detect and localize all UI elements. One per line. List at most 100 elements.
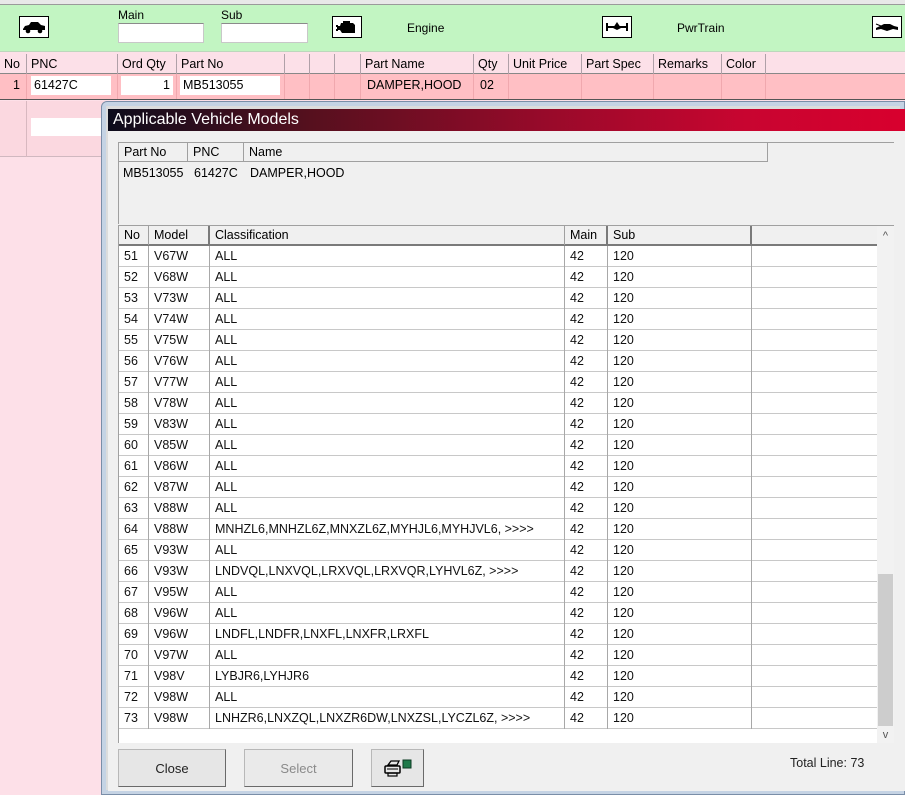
main-input[interactable] [118,23,204,43]
cell-no: 54 [119,309,149,330]
cell-classification: LYBJR6,LYHJR6 [210,666,565,687]
pnc-input[interactable]: 61427C [31,76,111,95]
powertrain-axle-icon [606,22,628,31]
print-button[interactable] [371,749,424,787]
model-row[interactable]: 72 V98W ALL 42 120 [119,687,877,708]
col-ord-qty[interactable]: Ord Qty [118,54,177,74]
select-button[interactable]: Select [244,749,353,787]
cell-model: V74W [149,309,210,330]
cell-classification: ALL [210,267,565,288]
col-remarks[interactable]: Remarks [654,54,722,74]
sub-label: Sub [221,8,243,22]
cell-sub: 120 [608,477,752,498]
cell-blank [752,309,877,330]
model-row[interactable]: 60 V85W ALL 42 120 [119,435,877,456]
model-row[interactable]: 52 V68W ALL 42 120 [119,267,877,288]
col-no[interactable]: No [0,54,27,74]
model-row[interactable]: 71 V98V LYBJR6,LYHJR6 42 120 [119,666,877,687]
model-row[interactable]: 51 V67W ALL 42 120 [119,246,877,267]
col-blank-2[interactable] [310,54,335,74]
engine-label[interactable]: Engine [407,21,444,35]
cell-main: 42 [565,666,608,687]
model-row[interactable]: 54 V74W ALL 42 120 [119,309,877,330]
empty-pnc-input[interactable] [31,118,101,136]
model-row[interactable]: 58 V78W ALL 42 120 [119,393,877,414]
row-no: 1 [0,74,27,99]
cell-main: 42 [565,372,608,393]
header-main[interactable]: Main [565,226,608,245]
sub-input[interactable] [221,23,308,43]
col-part-spec[interactable]: Part Spec [582,54,654,74]
col-blank-1[interactable] [285,54,310,74]
cell-classification: ALL [210,351,565,372]
cell-model: V78W [149,393,210,414]
model-row[interactable]: 62 V87W ALL 42 120 [119,477,877,498]
row-color [722,74,766,99]
cell-blank [752,582,877,603]
parts-grid-header: No PNC Ord Qty Part No Part Name Qty Uni… [0,54,905,74]
close-button[interactable]: Close [118,749,226,787]
ord-qty-input[interactable]: 1 [121,76,173,95]
info-header-part-no: Part No [119,143,188,162]
cell-main: 42 [565,498,608,519]
cell-sub: 120 [608,246,752,267]
cell-no: 60 [119,435,149,456]
col-qty[interactable]: Qty [474,54,509,74]
model-row[interactable]: 66 V93W LNDVQL,LNXVQL,LRXVQL,LRXVQR,LYHVL6… [119,561,877,582]
engine-icon-button[interactable] [332,16,362,38]
model-row[interactable]: 53 V73W ALL 42 120 [119,288,877,309]
model-row[interactable]: 56 V76W ALL 42 120 [119,351,877,372]
model-row[interactable]: 61 V86W ALL 42 120 [119,456,877,477]
header-model[interactable]: Model [149,226,210,245]
model-row[interactable]: 67 V95W ALL 42 120 [119,582,877,603]
scrollbar-thumb[interactable] [878,574,893,726]
model-row[interactable]: 63 V88W ALL 42 120 [119,498,877,519]
model-row[interactable]: 64 V88W MNHZL6,MNHZL6Z,MNXZL6Z,MYHJL6,MYHJ… [119,519,877,540]
pwrtrain-label[interactable]: PwrTrain [677,21,725,35]
cell-main: 42 [565,645,608,666]
cell-model: V86W [149,456,210,477]
header-sub[interactable]: Sub [608,226,752,245]
engine-icon [336,21,355,33]
cell-classification: LNHZR6,LNXZQL,LNXZR6DW,LNXZSL,LYCZL6Z, >… [210,708,565,729]
cell-model: V98V [149,666,210,687]
header-classification[interactable]: Classification [210,226,565,245]
vertical-scrollbar[interactable]: ^ v [877,226,894,743]
cell-main: 42 [565,246,608,267]
col-part-name[interactable]: Part Name [361,54,474,74]
cell-blank [752,666,877,687]
cell-sub: 120 [608,582,752,603]
model-row[interactable]: 68 V96W ALL 42 120 [119,603,877,624]
model-row[interactable]: 70 V97W ALL 42 120 [119,645,877,666]
cell-blank [752,246,877,267]
row-ord-qty-cell: 1 [118,74,177,99]
col-pnc[interactable]: PNC [27,54,118,74]
cell-classification: MNHZL6,MNHZL6Z,MNXZL6Z,MYHJL6,MYHJVL6, >… [210,519,565,540]
powertrain-icon-button[interactable] [602,16,632,38]
model-row[interactable]: 69 V96W LNDFL,LNDFR,LNXFL,LNXFR,LRXFL 42 120 [119,624,877,645]
cell-blank [752,435,877,456]
model-row[interactable]: 55 V75W ALL 42 120 [119,330,877,351]
col-unit-price[interactable]: Unit Price [509,54,582,74]
scroll-down-icon[interactable]: v [877,726,894,743]
model-row[interactable]: 57 V77W ALL 42 120 [119,372,877,393]
col-part-no[interactable]: Part No [177,54,285,74]
cell-main: 42 [565,435,608,456]
model-row[interactable]: 59 V83W ALL 42 120 [119,414,877,435]
cell-no: 59 [119,414,149,435]
row-pnc-cell: 61427C [27,74,118,99]
col-blank-3[interactable] [335,54,361,74]
header-no[interactable]: No [119,226,149,245]
parts-grid-row[interactable]: 1 61427C 1 MB513055 DAMPER,HOOD 02 [0,74,905,100]
main-label: Main [118,8,145,22]
part-no-input[interactable]: MB513055 [180,76,280,95]
cell-classification: ALL [210,372,565,393]
car-icon-button[interactable] [19,16,49,38]
col-color[interactable]: Color [722,54,766,74]
row-blank-3 [335,74,361,99]
model-row[interactable]: 65 V93W ALL 42 120 [119,540,877,561]
body-icon-button[interactable] [872,16,902,38]
cell-blank [752,288,877,309]
model-row[interactable]: 73 V98W LNHZR6,LNXZQL,LNXZR6DW,LNXZSL,LYCZ… [119,708,877,729]
scroll-up-icon[interactable]: ^ [877,227,894,244]
